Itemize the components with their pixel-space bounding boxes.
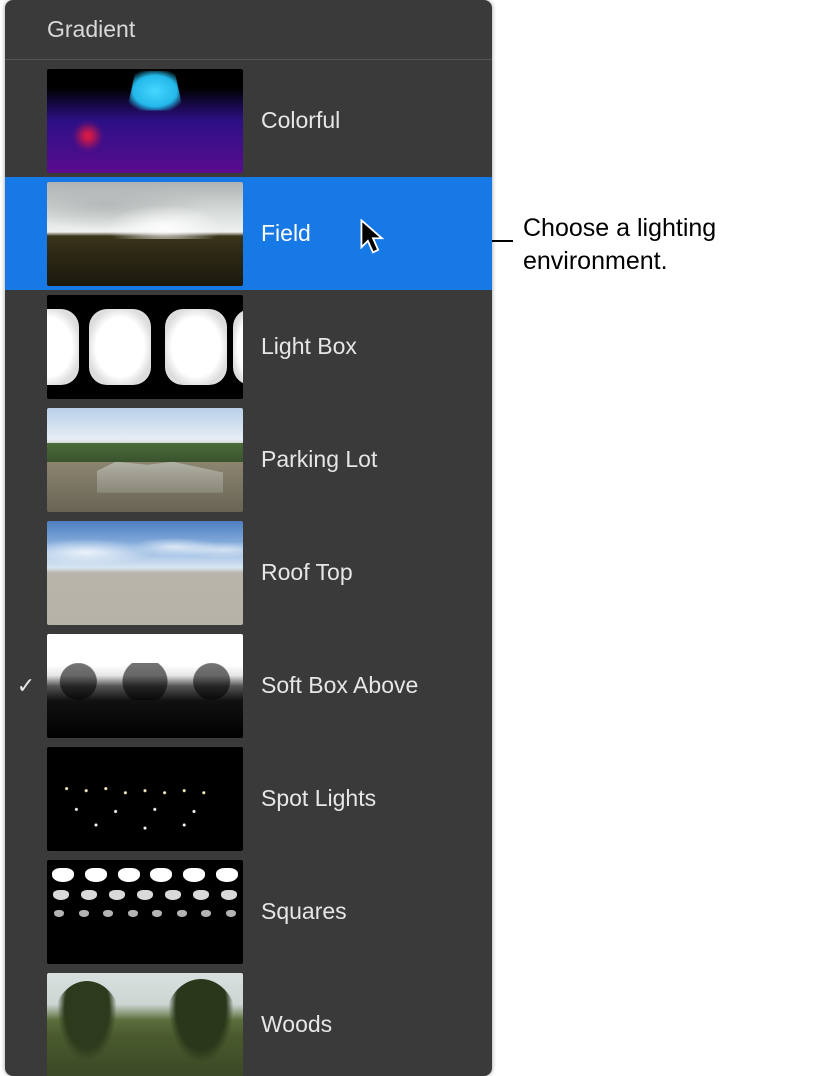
checkmark-icon: ✓ <box>17 673 35 699</box>
menu-item-light-box[interactable]: Light Box <box>5 290 492 403</box>
item-label: Soft Box Above <box>261 672 418 699</box>
menu-list: Colorful Field Light Box Parking Lot <box>5 60 492 1076</box>
thumbnail-softbox <box>47 634 243 738</box>
item-label: Field <box>261 220 311 247</box>
thumbnail-rooftop <box>47 521 243 625</box>
thumbnail-woods <box>47 973 243 1076</box>
menu-header: Gradient <box>5 0 492 60</box>
check-column: ✓ <box>5 673 47 699</box>
menu-item-roof-top[interactable]: Roof Top <box>5 516 492 629</box>
menu-item-woods[interactable]: Woods <box>5 968 492 1076</box>
callout-text: Choose a lighting environment. <box>523 212 813 277</box>
menu-title: Gradient <box>47 16 135 42</box>
environment-menu-panel: Gradient Colorful Field Light Box Pa <box>5 0 492 1076</box>
item-label: Spot Lights <box>261 785 376 812</box>
callout-leader-line <box>492 240 513 242</box>
thumbnail-lightbox <box>47 295 243 399</box>
item-label: Squares <box>261 898 347 925</box>
thumbnail-spotlights <box>47 747 243 851</box>
item-label: Colorful <box>261 107 340 134</box>
cursor-icon <box>360 219 386 255</box>
menu-item-field[interactable]: Field <box>5 177 492 290</box>
menu-item-soft-box-above[interactable]: ✓ Soft Box Above <box>5 629 492 742</box>
thumbnail-colorful <box>47 69 243 173</box>
item-label: Parking Lot <box>261 446 377 473</box>
item-label: Roof Top <box>261 559 353 586</box>
item-label: Light Box <box>261 333 357 360</box>
menu-item-parking-lot[interactable]: Parking Lot <box>5 403 492 516</box>
item-label: Woods <box>261 1011 332 1038</box>
thumbnail-field <box>47 182 243 286</box>
menu-item-colorful[interactable]: Colorful <box>5 64 492 177</box>
menu-item-squares[interactable]: Squares <box>5 855 492 968</box>
thumbnail-parkinglot <box>47 408 243 512</box>
menu-item-spot-lights[interactable]: Spot Lights <box>5 742 492 855</box>
thumbnail-squares <box>47 860 243 964</box>
